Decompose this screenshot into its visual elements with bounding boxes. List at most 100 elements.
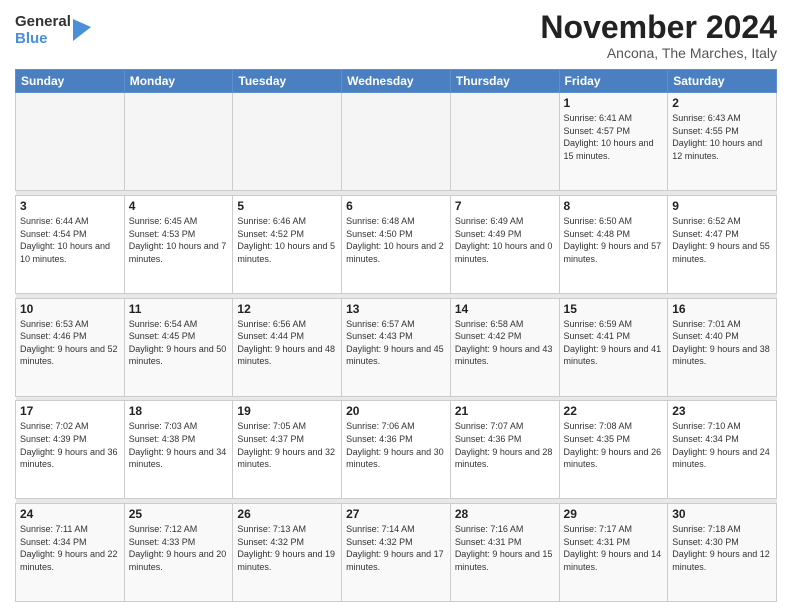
logo-icon — [73, 19, 91, 41]
table-row: 6Sunrise: 6:48 AMSunset: 4:50 PMDaylight… — [342, 195, 451, 293]
table-row: 8Sunrise: 6:50 AMSunset: 4:48 PMDaylight… — [559, 195, 668, 293]
table-row: 9Sunrise: 6:52 AMSunset: 4:47 PMDaylight… — [668, 195, 777, 293]
day-info-line: Daylight: 9 hours and 17 minutes. — [346, 549, 444, 572]
day-info-line: Daylight: 9 hours and 12 minutes. — [672, 549, 770, 572]
day-info: Sunrise: 7:03 AMSunset: 4:38 PMDaylight:… — [129, 420, 229, 470]
day-info-line: Sunrise: 7:12 AM — [129, 524, 198, 534]
day-info: Sunrise: 6:44 AMSunset: 4:54 PMDaylight:… — [20, 215, 120, 265]
day-info-line: Sunrise: 6:54 AM — [129, 319, 198, 329]
day-number: 27 — [346, 507, 446, 521]
day-info-line: Daylight: 9 hours and 19 minutes. — [237, 549, 335, 572]
col-saturday: Saturday — [668, 70, 777, 93]
day-info: Sunrise: 6:45 AMSunset: 4:53 PMDaylight:… — [129, 215, 229, 265]
day-number: 17 — [20, 404, 120, 418]
day-info-line: Sunrise: 7:10 AM — [672, 421, 741, 431]
week-row-1: 1 Sunrise: 6:41 AMSunset: 4:57 PMDaylight… — [16, 93, 777, 191]
table-row: 30 Sunrise: 7:18 AMSunset: 4:30 PMDayligh… — [668, 504, 777, 602]
day-info-line: Sunset: 4:42 PM — [455, 331, 522, 341]
table-row: 10 Sunrise: 6:53 AM Sunset: 4:46 PM Dayligh… — [16, 298, 125, 396]
day-info-line: Daylight: 9 hours and 52 minutes. — [20, 344, 118, 367]
day-info: Sunrise: 6:41 AMSunset: 4:57 PMDaylight:… — [564, 112, 664, 162]
day-info-line: Sunset: 4:34 PM — [672, 434, 739, 444]
day-info: Sunrise: 6:43 AMSunset: 4:55 PMDaylight:… — [672, 112, 772, 162]
logo: General Blue — [15, 14, 91, 47]
day-info-line: Daylight: 10 hours and 7 minutes. — [129, 241, 227, 264]
day-info-line: Daylight: 10 hours and 2 minutes. — [346, 241, 444, 264]
table-row: 7Sunrise: 6:49 AMSunset: 4:49 PMDaylight… — [450, 195, 559, 293]
day-info: Sunrise: 6:48 AMSunset: 4:50 PMDaylight:… — [346, 215, 446, 265]
day-info-line: Daylight: 10 hours and 5 minutes. — [237, 241, 335, 264]
day-number: 16 — [672, 302, 772, 316]
day-info-line: Sunrise: 7:06 AM — [346, 421, 415, 431]
day-info: Sunrise: 7:06 AMSunset: 4:36 PMDaylight:… — [346, 420, 446, 470]
table-row: 11Sunrise: 6:54 AMSunset: 4:45 PMDayligh… — [124, 298, 233, 396]
day-info-line: Sunrise: 7:01 AM — [672, 319, 741, 329]
day-info-line: Sunrise: 7:11 AM — [20, 524, 88, 534]
month-title: November 2024 — [540, 10, 777, 45]
day-info-line: Sunrise: 6:53 AM — [20, 319, 89, 329]
day-info-line: Sunrise: 6:48 AM — [346, 216, 415, 226]
day-info-line: Sunset: 4:46 PM — [20, 331, 87, 341]
day-info-line: Daylight: 9 hours and 45 minutes. — [346, 344, 444, 367]
day-info: Sunrise: 7:05 AMSunset: 4:37 PMDaylight:… — [237, 420, 337, 470]
day-info: Sunrise: 7:17 AMSunset: 4:31 PMDaylight:… — [564, 523, 664, 573]
day-info-line: Sunset: 4:43 PM — [346, 331, 413, 341]
day-info: Sunrise: 7:10 AMSunset: 4:34 PMDaylight:… — [672, 420, 772, 470]
col-sunday: Sunday — [16, 70, 125, 93]
day-info-line: Daylight: 9 hours and 14 minutes. — [564, 549, 662, 572]
day-number: 5 — [237, 199, 337, 213]
header-row: Sunday Monday Tuesday Wednesday Thursday… — [16, 70, 777, 93]
day-info-line: Sunrise: 6:43 AM — [672, 113, 741, 123]
week-row-2: 3Sunrise: 6:44 AMSunset: 4:54 PMDaylight… — [16, 195, 777, 293]
day-info-line: Sunrise: 6:56 AM — [237, 319, 306, 329]
day-number: 10 — [20, 302, 120, 316]
day-info-line: Daylight: 10 hours and 0 minutes. — [455, 241, 553, 264]
day-info-line: Daylight: 9 hours and 28 minutes. — [455, 447, 553, 470]
col-wednesday: Wednesday — [342, 70, 451, 93]
day-number: 21 — [455, 404, 555, 418]
day-info-line: Sunset: 4:32 PM — [346, 537, 413, 547]
day-number: 19 — [237, 404, 337, 418]
day-info-line: Daylight: 9 hours and 36 minutes. — [20, 447, 118, 470]
logo-text: General Blue — [15, 14, 71, 47]
day-number: 26 — [237, 507, 337, 521]
day-info-line: Sunset: 4:31 PM — [564, 537, 631, 547]
day-info: Sunrise: 7:02 AMSunset: 4:39 PMDaylight:… — [20, 420, 120, 470]
day-number: 12 — [237, 302, 337, 316]
day-info: Sunrise: 7:08 AMSunset: 4:35 PMDaylight:… — [564, 420, 664, 470]
day-info: Sunrise: 6:49 AMSunset: 4:49 PMDaylight:… — [455, 215, 555, 265]
table-row: 20Sunrise: 7:06 AMSunset: 4:36 PMDayligh… — [342, 401, 451, 499]
day-info: Sunrise: 6:56 AMSunset: 4:44 PMDaylight:… — [237, 318, 337, 368]
day-number: 13 — [346, 302, 446, 316]
table-row — [450, 93, 559, 191]
table-row: 12 Sunrise: 6:56 AMSunset: 4:44 PMDayligh… — [233, 298, 342, 396]
day-info-line: Sunset: 4:35 PM — [564, 434, 631, 444]
day-info-line: Sunrise: 6:46 AM — [237, 216, 306, 226]
day-info-line: Sunrise: 6:50 AM — [564, 216, 633, 226]
day-number: 30 — [672, 507, 772, 521]
day-info: Sunrise: 7:01 AMSunset: 4:40 PMDaylight:… — [672, 318, 772, 368]
day-info-line: Daylight: 9 hours and 41 minutes. — [564, 344, 662, 367]
day-info-line: Daylight: 9 hours and 43 minutes. — [455, 344, 553, 367]
table-row: 5 Sunrise: 6:46 AM Sunset: 4:52 PM Daylight… — [233, 195, 342, 293]
table-row — [342, 93, 451, 191]
day-number: 2 — [672, 96, 772, 110]
day-info-line: Sunrise: 6:52 AM — [672, 216, 741, 226]
day-number: 1 — [564, 96, 664, 110]
day-info: Sunrise: 7:18 AMSunset: 4:30 PMDaylight:… — [672, 523, 772, 573]
day-info-line: Sunset: 4:52 PM — [237, 229, 304, 239]
day-info-line: Sunrise: 6:49 AM — [455, 216, 524, 226]
table-row: 18Sunrise: 7:03 AMSunset: 4:38 PMDayligh… — [124, 401, 233, 499]
day-info-line: Daylight: 9 hours and 38 minutes. — [672, 344, 770, 367]
header: General Blue November 2024 Ancona, The M… — [15, 10, 777, 61]
day-number: 23 — [672, 404, 772, 418]
day-info-line: Sunset: 4:54 PM — [20, 229, 87, 239]
day-info-line: Daylight: 9 hours and 34 minutes. — [129, 447, 227, 470]
day-info-line: Sunset: 4:53 PM — [129, 229, 196, 239]
logo-blue: Blue — [15, 31, 71, 48]
day-info: Sunrise: 7:14 AMSunset: 4:32 PMDaylight:… — [346, 523, 446, 573]
day-info-line: Sunset: 4:36 PM — [455, 434, 522, 444]
table-row: 25Sunrise: 7:12 AMSunset: 4:33 PMDayligh… — [124, 504, 233, 602]
day-number: 4 — [129, 199, 229, 213]
day-info-line: Sunrise: 6:41 AM — [564, 113, 633, 123]
